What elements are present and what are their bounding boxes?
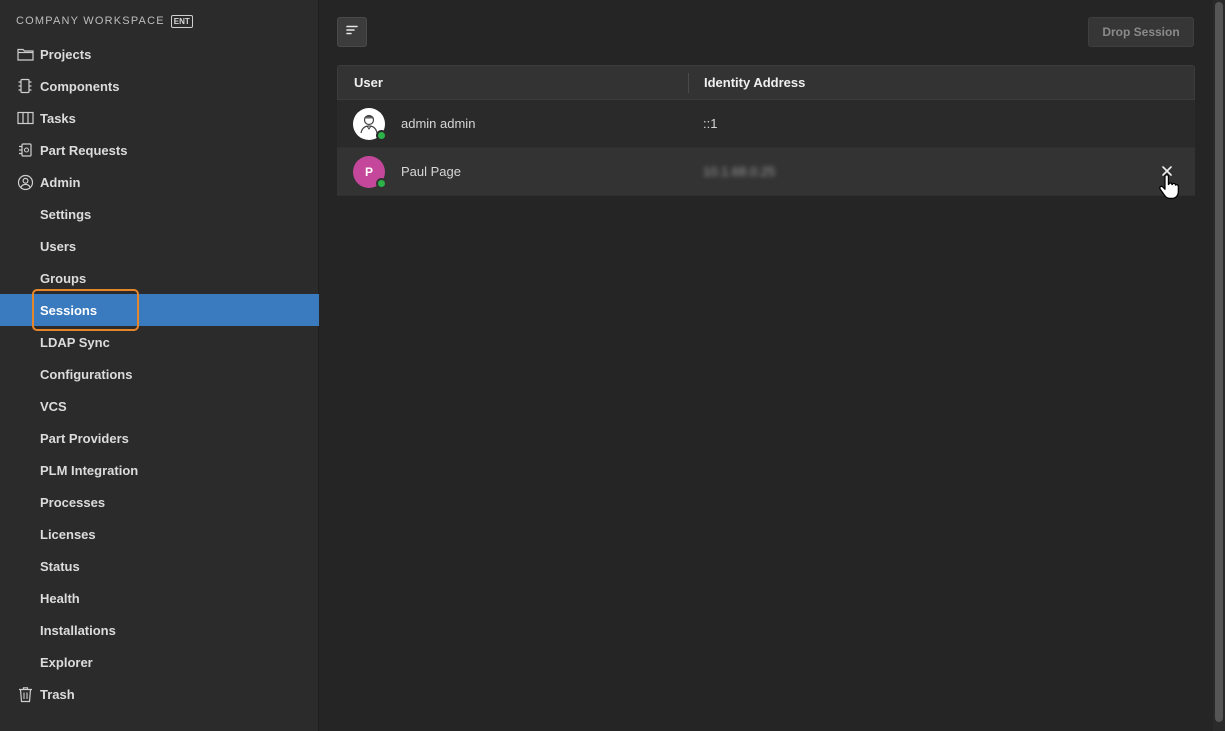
workspace-header: COMPANY WORKSPACE ENT [0,0,318,42]
table-row[interactable]: P Paul Page 10.1.68.0.25 [337,148,1195,196]
sidebar-item-health[interactable]: Health [0,582,319,614]
main-content: Drop Session User Identity Address admin… [320,0,1213,731]
sidebar-item-admin[interactable]: Admin [0,166,319,198]
table-row[interactable]: admin admin ::1 [337,100,1195,148]
sidebar-nav: Projects Components Tasks Part Requests … [0,38,319,710]
sidebar-item-processes[interactable]: Processes [0,486,319,518]
board-icon [16,109,34,127]
drop-session-button[interactable]: Drop Session [1088,17,1194,47]
sidebar-item-users[interactable]: Users [0,230,319,262]
avatar-initial: P [364,165,373,179]
identity-address: ::1 [703,116,718,131]
sort-button[interactable] [337,17,367,47]
sidebar-item-components[interactable]: Components [0,70,319,102]
column-divider[interactable] [688,73,689,93]
sidebar-item-explorer[interactable]: Explorer [0,646,319,678]
sidebar-item-settings[interactable]: Settings [0,198,319,230]
avatar [353,108,387,141]
avatar: P [353,156,387,189]
online-status-dot [376,130,387,141]
column-header-identity-address[interactable]: Identity Address [704,75,805,90]
drop-session-x-button[interactable] [1159,163,1175,179]
sidebar-item-projects[interactable]: Projects [0,38,319,70]
scrollbar-thumb[interactable] [1215,2,1223,722]
sidebar-item-sessions[interactable]: Sessions [0,294,319,326]
folder-icon [16,45,34,63]
sidebar-item-label: Trash [40,686,75,702]
column-header-user[interactable]: User [354,75,383,90]
sidebar-item-ldap-sync[interactable]: LDAP Sync [0,326,319,358]
identity-address: 10.1.68.0.25 [703,164,776,179]
sidebar-item-part-requests[interactable]: Part Requests [0,134,319,166]
user-name: admin admin [401,116,476,131]
online-status-dot [376,178,387,189]
sidebar: COMPANY WORKSPACE ENT Projects Component… [0,0,319,731]
sidebar-item-plm-integration[interactable]: PLM Integration [0,454,319,486]
user-circle-icon [16,173,34,191]
user-name: Paul Page [401,164,461,179]
table-header: User Identity Address [337,65,1195,100]
chip-icon [16,77,34,95]
sidebar-item-label: Admin [40,174,81,190]
sort-icon [345,23,359,41]
sidebar-item-tasks[interactable]: Tasks [0,102,319,134]
scrollbar[interactable] [1213,0,1225,731]
part-request-icon [16,141,34,159]
sidebar-item-vcs[interactable]: VCS [0,390,319,422]
sidebar-item-trash[interactable]: Trash [0,678,319,710]
sidebar-item-label: Tasks [40,110,76,126]
sidebar-item-part-providers[interactable]: Part Providers [0,422,319,454]
workspace-title: COMPANY WORKSPACE [16,15,165,27]
sidebar-item-licenses[interactable]: Licenses [0,518,319,550]
workspace-badge: ENT [170,14,193,28]
sidebar-item-groups[interactable]: Groups [0,262,319,294]
sidebar-item-label: Components [40,78,120,94]
sidebar-item-label: Part Requests [40,142,128,158]
close-icon [1162,164,1172,179]
sidebar-item-installations[interactable]: Installations [0,614,319,646]
sidebar-item-configurations[interactable]: Configurations [0,358,319,390]
trash-icon [16,685,34,703]
sidebar-item-status[interactable]: Status [0,550,319,582]
sessions-table: User Identity Address admin admin ::1 P … [337,65,1195,196]
sidebar-item-label: Projects [40,46,92,62]
